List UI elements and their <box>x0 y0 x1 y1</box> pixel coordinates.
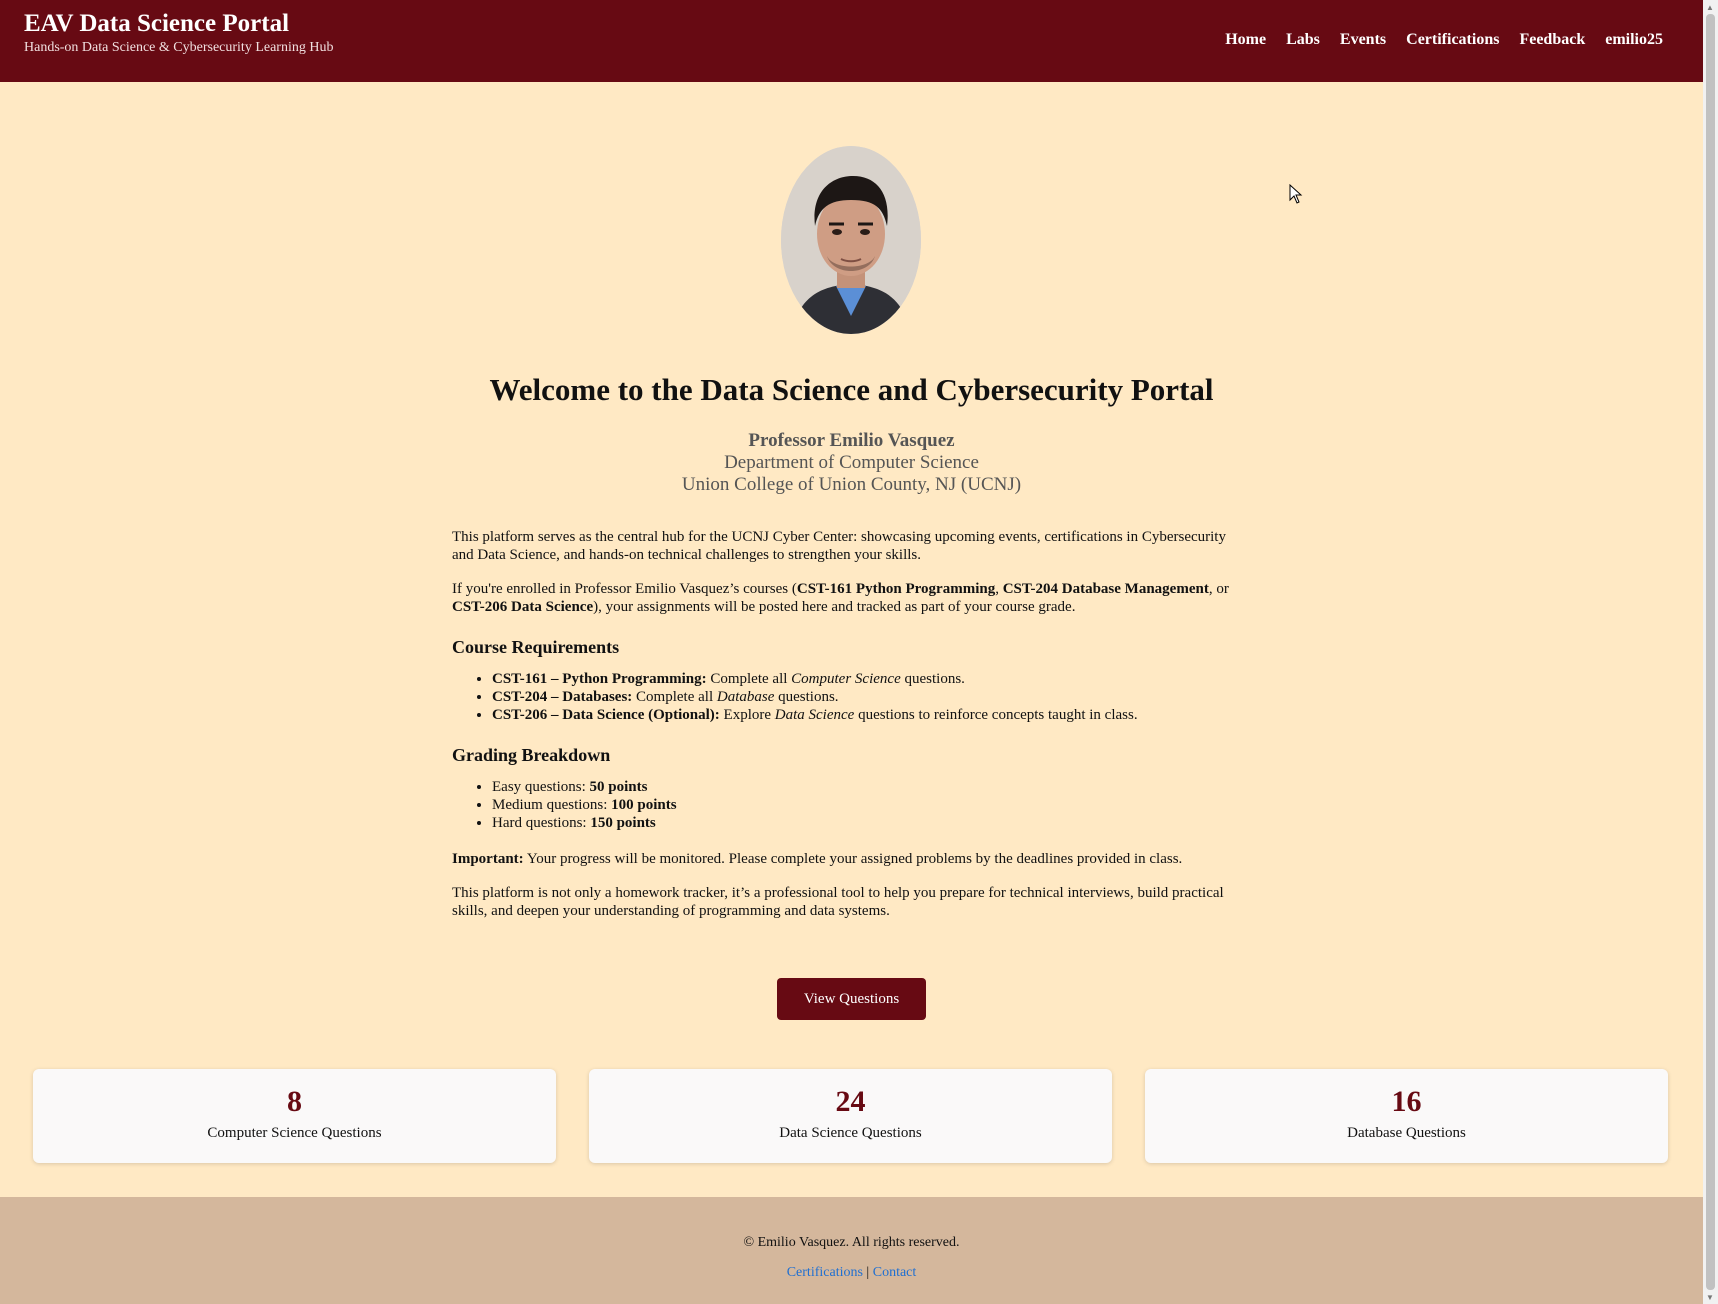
mouse-cursor-icon <box>1289 184 1303 204</box>
stats-row: 8 Computer Science Questions 24 Data Sci… <box>33 1069 1668 1163</box>
requirement-course: CST-204 – Databases: <box>492 689 633 705</box>
page-footer: © Emilio Vasquez. All rights reserved. C… <box>0 1197 1703 1304</box>
course-cst204: CST-204 Database Management <box>1002 581 1209 597</box>
footer-separator: | <box>862 1265 873 1280</box>
closing-paragraph: This platform is not only a homework tra… <box>452 885 1224 919</box>
requirement-item: CST-204 – Databases: Complete all Databa… <box>492 688 1242 706</box>
stat-label: Computer Science Questions <box>207 1125 382 1141</box>
main-nav: Home Labs Events Certifications Feedback… <box>1225 31 1663 49</box>
important-text: Your progress will be monitored. Please … <box>523 851 1183 867</box>
enrollment-text-start: If you're enrolled in Professor Emilio V… <box>452 581 797 597</box>
grading-label: Medium questions: <box>492 797 612 813</box>
stat-value: 16 <box>1391 1085 1422 1118</box>
grading-item: Easy questions: 50 points <box>492 778 1242 796</box>
nav-labs[interactable]: Labs <box>1286 31 1320 49</box>
grading-label: Easy questions: <box>492 779 590 795</box>
scroll-down-arrow-icon[interactable]: ▼ <box>1706 1293 1714 1302</box>
grading-points: 100 points <box>611 797 677 813</box>
top-header: EAV Data Science Portal Hands-on Data Sc… <box>0 0 1703 82</box>
scrollbar-thumb[interactable] <box>1706 14 1715 1290</box>
stat-value: 24 <box>835 1085 866 1118</box>
requirement-category: Data Science <box>774 707 855 723</box>
requirement-text: Complete all <box>632 689 717 705</box>
stat-card-computer-science: 8 Computer Science Questions <box>33 1069 556 1163</box>
nav-feedback[interactable]: Feedback <box>1519 31 1585 49</box>
nav-home[interactable]: Home <box>1225 31 1266 49</box>
stat-card-database: 16 Database Questions <box>1145 1069 1668 1163</box>
footer-links: Certifications | Contact <box>0 1265 1703 1281</box>
nav-events[interactable]: Events <box>1340 31 1386 49</box>
requirement-course: CST-161 – Python Programming: <box>492 671 707 687</box>
enrollment-paragraph: If you're enrolled in Professor Emilio V… <box>452 580 1242 616</box>
requirements-heading: Course Requirements <box>452 637 620 657</box>
grading-points: 150 points <box>590 815 656 831</box>
site-subtitle: Hands-on Data Science & Cybersecurity Le… <box>24 40 334 55</box>
important-label: Important: <box>452 851 524 867</box>
stat-card-data-science: 24 Data Science Questions <box>589 1069 1112 1163</box>
grading-item: Medium questions: 100 points <box>492 796 1242 814</box>
scroll-up-arrow-icon[interactable]: ▲ <box>1706 3 1714 12</box>
footer-link-contact[interactable]: Contact <box>873 1265 917 1280</box>
requirement-category: Computer Science <box>791 671 901 687</box>
vertical-scrollbar[interactable]: ▲ ▼ <box>1703 0 1718 1304</box>
grading-points: 50 points <box>589 779 648 795</box>
separator: , or <box>1208 581 1229 597</box>
department: Department of Computer Science <box>724 452 979 473</box>
course-cst161: CST-161 Python Programming <box>796 581 996 597</box>
portrait-illustration <box>781 146 921 334</box>
important-note: Important: Your progress will be monitor… <box>452 850 1242 868</box>
requirement-text: Explore <box>719 707 775 723</box>
copyright-text: © Emilio Vasquez. All rights reserved. <box>743 1235 960 1250</box>
grading-heading: Grading Breakdown <box>452 745 611 765</box>
requirement-text: questions to reinforce concepts taught i… <box>854 707 1138 723</box>
nav-certifications[interactable]: Certifications <box>1406 31 1499 49</box>
requirement-item: CST-206 – Data Science (Optional): Explo… <box>492 706 1242 724</box>
requirements-list: CST-161 – Python Programming: Complete a… <box>452 670 1242 724</box>
college: Union College of Union County, NJ (UCNJ) <box>681 474 1022 495</box>
site-title[interactable]: EAV Data Science Portal <box>24 10 289 38</box>
requirement-item: CST-161 – Python Programming: Complete a… <box>492 670 1242 688</box>
grading-label: Hard questions: <box>492 815 591 831</box>
requirement-text: Complete all <box>706 671 792 687</box>
stat-label: Database Questions <box>1347 1125 1466 1141</box>
view-questions-button[interactable]: View Questions <box>777 978 926 1020</box>
course-cst206: CST-206 Data Science <box>452 599 594 615</box>
stat-value: 8 <box>287 1085 302 1118</box>
intro-paragraph: This platform serves as the central hub … <box>452 529 1226 563</box>
stat-label: Data Science Questions <box>779 1125 922 1141</box>
requirement-text: questions. <box>774 689 839 705</box>
enrollment-text-end: ), your assignments will be posted here … <box>593 599 1076 615</box>
requirement-text: questions. <box>900 671 965 687</box>
requirement-category: Database <box>716 689 775 705</box>
professor-name: Professor Emilio Vasquez <box>748 430 955 451</box>
page-title: Welcome to the Data Science and Cybersec… <box>489 372 1214 407</box>
separator: , <box>995 581 1003 597</box>
professor-photo <box>781 146 921 334</box>
professor-info: Professor Emilio Vasquez Department of C… <box>0 430 1703 496</box>
grading-list: Easy questions: 50 points Medium questio… <box>452 778 1242 832</box>
main-content: This platform serves as the central hub … <box>452 528 1242 936</box>
grading-item: Hard questions: 150 points <box>492 814 1242 832</box>
requirement-course: CST-206 – Data Science (Optional): <box>492 707 720 723</box>
nav-user[interactable]: emilio25 <box>1605 31 1663 49</box>
footer-link-certifications[interactable]: Certifications <box>787 1265 863 1280</box>
